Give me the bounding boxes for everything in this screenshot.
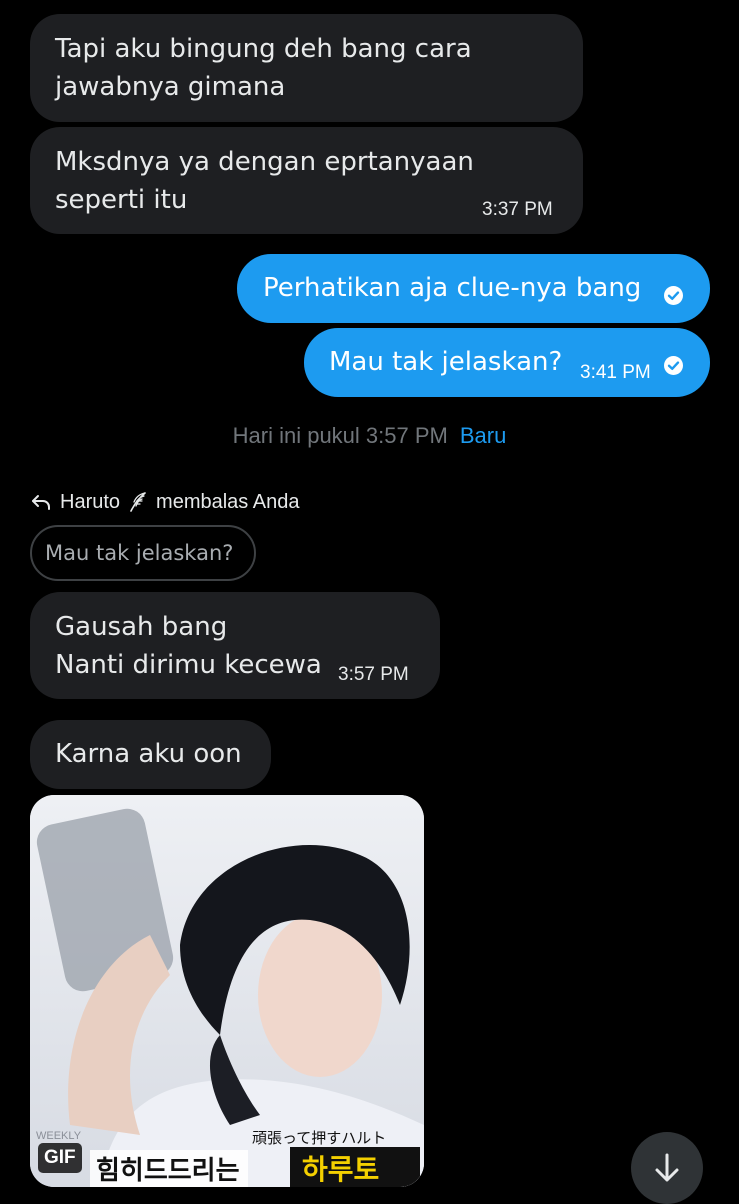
gif-media[interactable]: 頑張って押すハルト 힘히드드리는 하루토 WEEKLY GIF [30, 795, 424, 1187]
message-timestamp: 3:41 PM [580, 362, 651, 383]
gif-caption-jp: 頑張って押すハルト [252, 1129, 386, 1147]
gif-caption-kr-left: 힘히드드리는 [96, 1156, 240, 1186]
gif-badge: GIF [38, 1143, 82, 1173]
message-text-line: Mau tak jelaskan? [329, 347, 563, 377]
message-bubble-incoming[interactable]: Mksdnya ya dengan eprtanyaan seperti itu… [30, 127, 583, 234]
message-timestamp: 3:57 PM [338, 664, 409, 685]
message-text-line: Tapi aku bingung deh bang cara [55, 34, 472, 64]
message-bubble-outgoing[interactable]: Perhatikan aja clue-nya bang [237, 254, 710, 323]
reply-sender-name: Haruto [60, 490, 121, 513]
quoted-message[interactable]: Mau tak jelaskan? [30, 525, 256, 581]
message-timestamp: 3:37 PM [482, 199, 553, 220]
new-messages-label: Baru [459, 423, 507, 448]
reply-action-text: membalas Anda [156, 490, 300, 513]
date-separator-text: Hari ini pukul 3:57 PM [232, 423, 448, 448]
message-text-line: Karna aku oon [55, 739, 242, 769]
feather-emoji-icon [130, 492, 146, 512]
check-icon [664, 356, 683, 375]
check-icon [664, 286, 683, 305]
gif-caption-kr-right: 하루토 [302, 1153, 379, 1186]
message-bubble-incoming[interactable]: Tapi aku bingung deh bang cara jawabnya … [30, 14, 583, 122]
scroll-to-bottom-button[interactable] [631, 1132, 703, 1204]
gif-preview-image: 頑張って押すハルト 힘히드드리는 하루토 WEEKLY [30, 795, 424, 1187]
message-bubble-incoming[interactable]: Karna aku oon [30, 720, 271, 789]
gif-corner-text: WEEKLY [36, 1130, 82, 1142]
message-text-line: jawabnya gimana [55, 72, 286, 102]
message-bubble-outgoing[interactable]: Mau tak jelaskan? 3:41 PM [304, 328, 710, 397]
message-text-line: Perhatikan aja clue-nya bang [263, 273, 642, 303]
reply-header: Haruto membalas Anda [30, 488, 299, 516]
reply-arrow-icon [32, 495, 50, 510]
message-text-line: Mksdnya ya dengan eprtanyaan [55, 147, 474, 177]
arrow-down-icon [655, 1153, 679, 1182]
date-separator: Hari ini pukul 3:57 PM Baru [0, 420, 739, 452]
message-text-line: Gausah bang [55, 612, 228, 642]
message-bubble-incoming[interactable]: Gausah bang Nanti dirimu kecewa 3:57 PM [30, 592, 440, 699]
